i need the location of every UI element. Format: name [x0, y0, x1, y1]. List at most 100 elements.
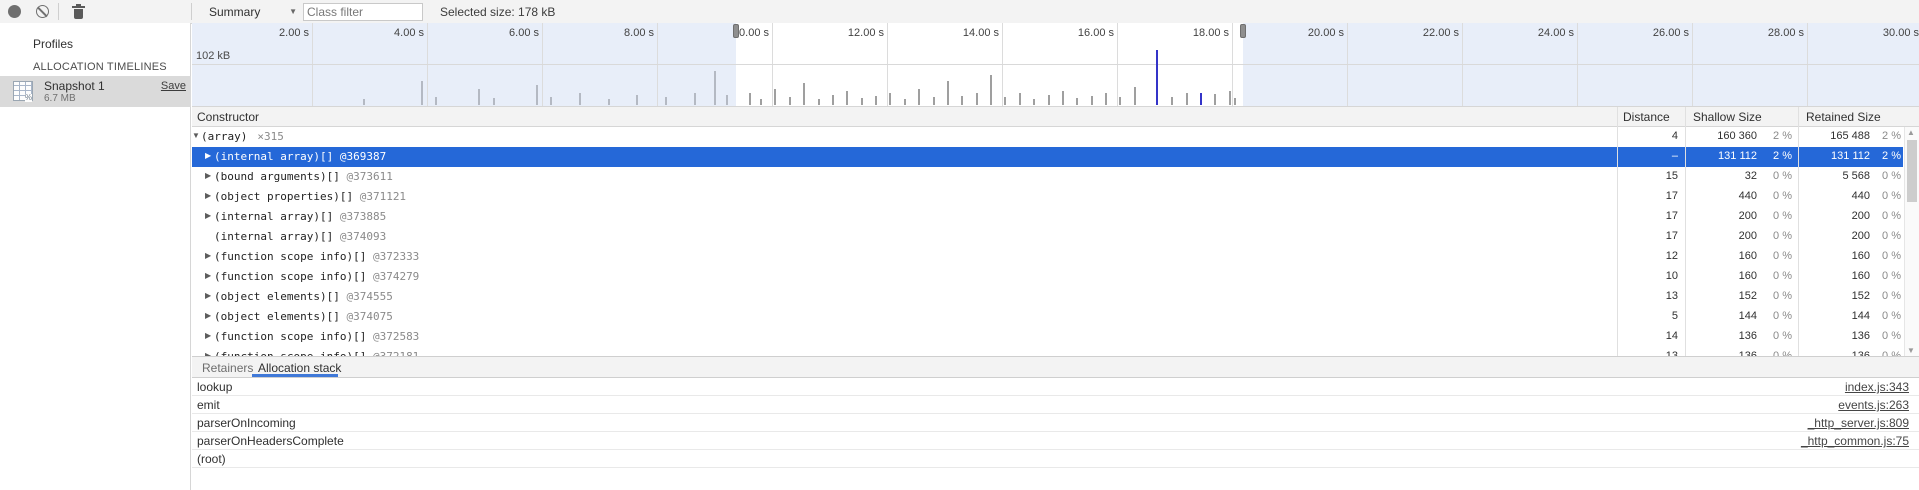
shallow-size-cell: 136 [1690, 330, 1757, 342]
stack-frame-row[interactable]: (root) [192, 450, 1919, 468]
constructor-name: (internal array)[] @369387 [214, 150, 386, 163]
expand-arrow-right-icon[interactable]: ▶ [205, 211, 211, 220]
timeline-tick-label: 18.00 s [1167, 27, 1229, 39]
perspective-select[interactable]: Summary ▼ [202, 2, 297, 21]
stack-frame-source-link[interactable]: _http_server.js:809 [1808, 416, 1909, 430]
timeline-tick-label: 20.00 s [1282, 27, 1344, 39]
retained-pct-cell: 2 % [1866, 150, 1901, 162]
table-row[interactable]: ▶(function scope info)[] @372181131360 %… [192, 347, 1903, 356]
stack-frame-source-link[interactable]: _http_common.js:75 [1801, 434, 1909, 448]
table-row[interactable]: ▶(internal array)[] @373885172000 %2000 … [192, 207, 1903, 227]
table-row[interactable]: ▼(array)×3154160 3602 %165 4882 % [192, 127, 1903, 147]
distance-cell: – [1620, 150, 1678, 162]
expand-arrow-right-icon[interactable]: ▶ [205, 151, 211, 160]
allocation-bar [1048, 95, 1050, 105]
table-row[interactable]: ▶(object properties)[] @371121174400 %44… [192, 187, 1903, 207]
col-constructor[interactable]: Constructor [197, 110, 259, 124]
shallow-pct-cell: 0 % [1757, 270, 1792, 282]
tab-retainers[interactable]: Retainers [202, 361, 253, 375]
record-icon[interactable] [8, 5, 21, 18]
instance-count: ×315 [257, 130, 284, 143]
sidebar-item-snapshot-1[interactable]: % Snapshot 1 6.7 MB Save [0, 76, 191, 107]
timeline-tick-label: 14.00 s [937, 27, 999, 39]
allocation-bar [536, 85, 538, 105]
selection-handle-left[interactable] [733, 24, 739, 38]
stack-frame-source-link[interactable]: events.js:263 [1838, 398, 1909, 412]
allocation-timeline-overview[interactable]: 2.00 s4.00 s6.00 s8.00 s10.00 s12.00 s14… [192, 23, 1919, 107]
object-id: @371121 [353, 190, 406, 203]
selected-size-label: Selected size: 178 kB [440, 5, 555, 19]
stack-frame-row[interactable]: parserOnHeadersComplete _http_common.js:7… [192, 432, 1919, 450]
stack-frame-row[interactable]: emitevents.js:263 [192, 396, 1919, 414]
allocation-bar [714, 71, 716, 105]
table-row[interactable]: ▶(bound arguments)[] @37361115320 %5 568… [192, 167, 1903, 187]
allocation-bar [421, 81, 423, 105]
expand-arrow-right-icon[interactable]: ▶ [205, 171, 211, 180]
constructor-name: (object elements)[] @374555 [214, 290, 393, 303]
retained-size-cell: 200 [1800, 230, 1870, 242]
col-shallow-size[interactable]: Shallow Size [1693, 110, 1762, 124]
allocation-bar [1200, 93, 1202, 105]
heap-snapshot-icon: % [13, 81, 33, 101]
toolbar: Summary ▼ Selected size: 178 kB [0, 0, 1919, 24]
shallow-size-cell: 200 [1690, 230, 1757, 242]
stack-frame-row[interactable]: lookupindex.js:343 [192, 378, 1919, 396]
tab-allocation-stack[interactable]: Allocation stack [258, 361, 341, 375]
allocation-bar [803, 83, 805, 105]
delete-icon[interactable] [71, 4, 86, 19]
clear-icon[interactable] [36, 5, 49, 18]
max-size-label: 102 kB [196, 50, 230, 62]
vertical-scrollbar[interactable]: ▲ ▼ [1904, 127, 1919, 356]
table-row[interactable]: (internal array)[] @374093172000 %2000 % [192, 227, 1903, 247]
scrollbar-thumb[interactable] [1907, 140, 1917, 202]
table-row[interactable]: ▶(function scope info)[] @372333121600 %… [192, 247, 1903, 267]
stack-frame-function: parserOnIncoming [197, 416, 296, 430]
timeline-tick-label: 28.00 s [1742, 27, 1804, 39]
shallow-size-cell: 131 112 [1690, 150, 1757, 162]
table-row[interactable]: ▶(function scope info)[] @374279101600 %… [192, 267, 1903, 287]
stack-frame-source-link[interactable]: index.js:343 [1845, 380, 1909, 394]
col-retained-size[interactable]: Retained Size [1806, 110, 1881, 124]
retained-pct-cell: 0 % [1866, 190, 1901, 202]
scroll-down-icon[interactable]: ▼ [1907, 346, 1915, 355]
column-divider-2 [1685, 107, 1686, 356]
distance-cell: 12 [1620, 250, 1678, 262]
table-row[interactable]: ▶(internal array)[] @369387–131 1122 %13… [192, 147, 1903, 167]
scroll-up-icon[interactable]: ▲ [1907, 128, 1915, 137]
selection-handle-right[interactable] [1240, 24, 1246, 38]
timeline-tick-label: 26.00 s [1627, 27, 1689, 39]
expand-arrow-right-icon[interactable]: ▶ [205, 271, 211, 280]
allocation-bar [1119, 97, 1121, 105]
expand-arrow-down-icon[interactable]: ▼ [192, 131, 200, 140]
class-filter-input[interactable] [303, 3, 423, 21]
shallow-size-cell: 32 [1690, 170, 1757, 182]
table-row[interactable]: ▶(object elements)[] @37407551440 %1440 … [192, 307, 1903, 327]
table-row[interactable]: ▶(object elements)[] @374555131520 %1520… [192, 287, 1903, 307]
distance-cell: 13 [1620, 290, 1678, 302]
expand-arrow-right-icon[interactable]: ▶ [205, 191, 211, 200]
allocation-bar [1076, 98, 1078, 105]
shallow-size-cell: 152 [1690, 290, 1757, 302]
timeline-tick-label: 22.00 s [1397, 27, 1459, 39]
timeline-tick-label: 30.00 s [1857, 27, 1919, 39]
constructor-name: (function scope info)[] @372333 [214, 250, 419, 263]
allocation-bar [435, 97, 437, 105]
object-id: @374279 [366, 270, 419, 283]
table-row[interactable]: ▶(function scope info)[] @372583141360 %… [192, 327, 1903, 347]
timeline-tick-label: 24.00 s [1512, 27, 1574, 39]
shallow-size-cell: 160 360 [1690, 130, 1757, 142]
constructor-name: (object properties)[] @371121 [214, 190, 406, 203]
expand-arrow-right-icon[interactable]: ▶ [205, 291, 211, 300]
allocation-bar [478, 89, 480, 105]
object-id: @373885 [333, 210, 386, 223]
stack-frame-row[interactable]: parserOnIncoming _http_server.js:809 [192, 414, 1919, 432]
expand-arrow-right-icon[interactable]: ▶ [205, 251, 211, 260]
allocation-bar [636, 95, 638, 105]
allocation-bar [1214, 94, 1216, 105]
col-distance[interactable]: Distance [1623, 110, 1670, 124]
expand-arrow-right-icon[interactable]: ▶ [205, 311, 211, 320]
stack-frame-function: parserOnHeadersComplete [197, 434, 344, 448]
constructor-table: ▼(array)×3154160 3602 %165 4882 %▶(inter… [192, 127, 1919, 356]
expand-arrow-right-icon[interactable]: ▶ [205, 331, 211, 340]
save-link[interactable]: Save [161, 80, 186, 92]
